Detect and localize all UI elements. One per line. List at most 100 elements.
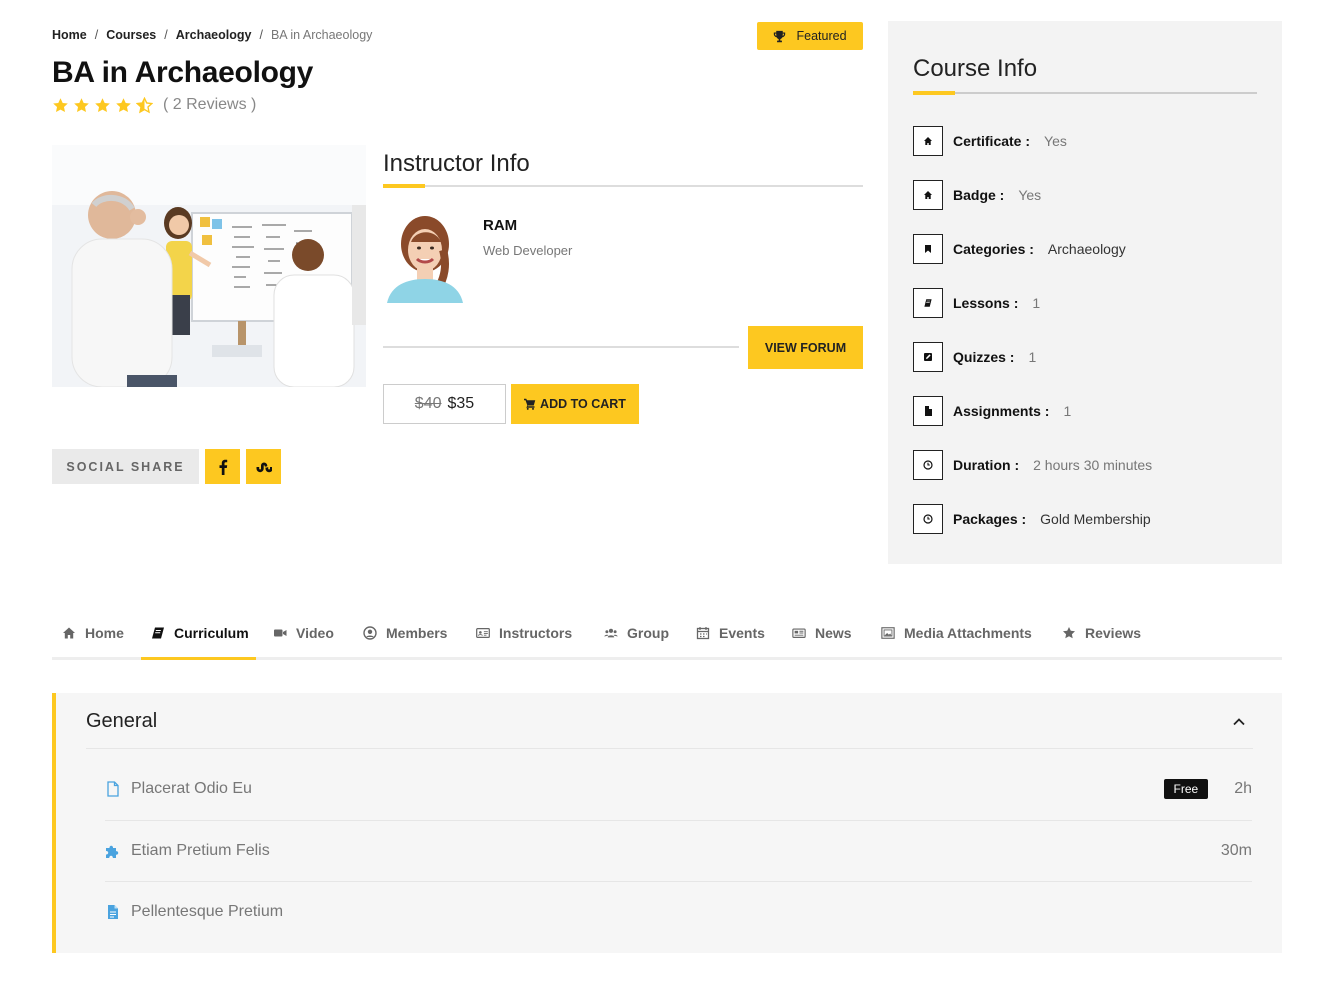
facebook-share-button[interactable] <box>205 449 240 484</box>
tab-group[interactable]: Group <box>604 606 669 660</box>
star-icon <box>53 97 68 112</box>
add-to-cart-label: ADD TO CART <box>540 397 626 411</box>
lesson-name: Placerat Odio Eu <box>131 780 252 797</box>
info-value[interactable]: Archaeology <box>1048 241 1126 257</box>
info-label: Lessons : <box>953 295 1019 311</box>
featured-label: Featured <box>796 29 847 43</box>
info-label: Badge : <box>953 187 1005 203</box>
stumbleupon-share-button[interactable] <box>246 449 281 484</box>
info-label: Assignments : <box>953 403 1050 419</box>
trophy-icon <box>774 30 786 42</box>
star-icon <box>95 97 110 112</box>
id-card-icon <box>476 628 490 638</box>
edit-icon <box>913 342 943 372</box>
info-categories: Categories : Archaeology <box>913 234 1126 264</box>
breadcrumb-separator: / <box>259 28 263 42</box>
tab-label: Video <box>296 625 334 641</box>
info-value: Yes <box>1044 133 1067 149</box>
tab-home[interactable]: Home <box>62 606 124 660</box>
star-icon <box>1063 627 1075 639</box>
price-box: $40 $35 <box>383 384 506 424</box>
instructor-info-divider <box>383 184 863 188</box>
instructor-name[interactable]: RAM <box>483 217 517 234</box>
clock-icon <box>913 504 943 534</box>
add-to-cart-button[interactable]: ADD TO CART <box>511 384 639 424</box>
tab-reviews[interactable]: Reviews <box>1062 606 1141 660</box>
puzzle-icon <box>106 845 119 858</box>
tab-label: Events <box>719 625 765 641</box>
info-label: Duration : <box>953 457 1020 473</box>
section-divider <box>86 748 1253 749</box>
course-info-divider <box>913 91 1257 95</box>
home-icon <box>913 180 943 210</box>
star-icon <box>116 97 131 112</box>
user-circle-icon <box>363 626 377 640</box>
info-value[interactable]: Gold Membership <box>1040 511 1151 527</box>
book-icon <box>152 627 164 639</box>
home-icon <box>913 126 943 156</box>
tab-label: Instructors <box>499 625 573 641</box>
breadcrumb-courses[interactable]: Courses <box>106 28 156 42</box>
tab-instructors[interactable]: Instructors <box>476 606 572 660</box>
info-label: Categories : <box>953 241 1034 257</box>
instructor-avatar[interactable] <box>383 210 468 303</box>
info-duration: Duration : 2 hours 30 minutes <box>913 450 1152 480</box>
tab-label: Home <box>85 625 124 641</box>
info-value: 2 hours 30 minutes <box>1033 457 1153 473</box>
group-icon <box>604 628 618 638</box>
document-icon <box>108 905 118 919</box>
info-value: 1 <box>1032 295 1041 311</box>
info-label: Certificate : <box>953 133 1031 149</box>
section-title[interactable]: General <box>86 710 157 733</box>
calendar-icon <box>696 627 710 640</box>
info-value: 1 <box>1028 349 1037 365</box>
info-value: 1 <box>1063 403 1072 419</box>
tab-members[interactable]: Members <box>363 606 447 660</box>
course-title: BA in Archaeology <box>52 56 314 89</box>
breadcrumb-archaeology[interactable]: Archaeology <box>176 28 252 42</box>
tab-curriculum[interactable]: Curriculum <box>151 606 249 660</box>
tab-news[interactable]: News <box>792 606 852 660</box>
star-half-icon <box>136 96 153 113</box>
home-icon <box>63 627 75 639</box>
lesson-name: Pellentesque Pretium <box>131 903 284 920</box>
lesson-item[interactable]: Pellentesque Pretium <box>105 882 1252 942</box>
cart-icon <box>524 398 536 410</box>
active-tab-indicator <box>141 657 256 660</box>
info-label: Packages : <box>953 511 1027 527</box>
info-label: Quizzes : <box>953 349 1015 365</box>
star-icon <box>74 97 89 112</box>
document-outline-icon <box>107 781 119 797</box>
bookmark-icon <box>913 234 943 264</box>
breadcrumb-separator: / <box>164 28 168 42</box>
breadcrumb: Home / Courses / Archaeology / BA in Arc… <box>52 28 372 42</box>
old-price: $40 <box>414 395 442 412</box>
lesson-duration: 30m <box>1220 842 1252 859</box>
tab-label: Media Attachments <box>904 625 1032 641</box>
info-badge: Badge : Yes <box>913 180 1041 210</box>
info-certificate: Certificate : Yes <box>913 126 1067 156</box>
chevron-up-icon[interactable] <box>1231 714 1247 730</box>
course-tabs: Home Curriculum Video Members Instructor… <box>52 606 1282 660</box>
clock-icon <box>913 450 943 480</box>
lesson-item[interactable]: Etiam Pretium Felis 30m <box>105 821 1252 881</box>
book-icon <box>913 288 943 318</box>
featured-badge: Featured <box>757 22 863 50</box>
tab-events[interactable]: Events <box>696 606 765 660</box>
view-forum-button[interactable]: VIEW FORUM <box>748 326 863 369</box>
file-icon <box>913 396 943 426</box>
tab-label: Members <box>386 625 448 641</box>
info-value: Yes <box>1018 187 1042 203</box>
rating: ( 2 Reviews ) <box>52 96 256 114</box>
stumbleupon-icon <box>256 461 272 472</box>
tab-media-attachments[interactable]: Media Attachments <box>881 606 1032 660</box>
tab-label: Group <box>627 625 669 641</box>
lesson-item[interactable]: Placerat Odio Eu Free 2h <box>105 759 1252 819</box>
instructor-info-title: Instructor Info <box>383 150 530 177</box>
course-image <box>52 145 366 387</box>
tab-video[interactable]: Video <box>273 606 334 660</box>
reviews-count[interactable]: ( 2 Reviews ) <box>163 96 256 114</box>
video-icon <box>274 629 287 637</box>
tab-label: Curriculum <box>174 625 249 641</box>
breadcrumb-home[interactable]: Home <box>52 28 87 42</box>
